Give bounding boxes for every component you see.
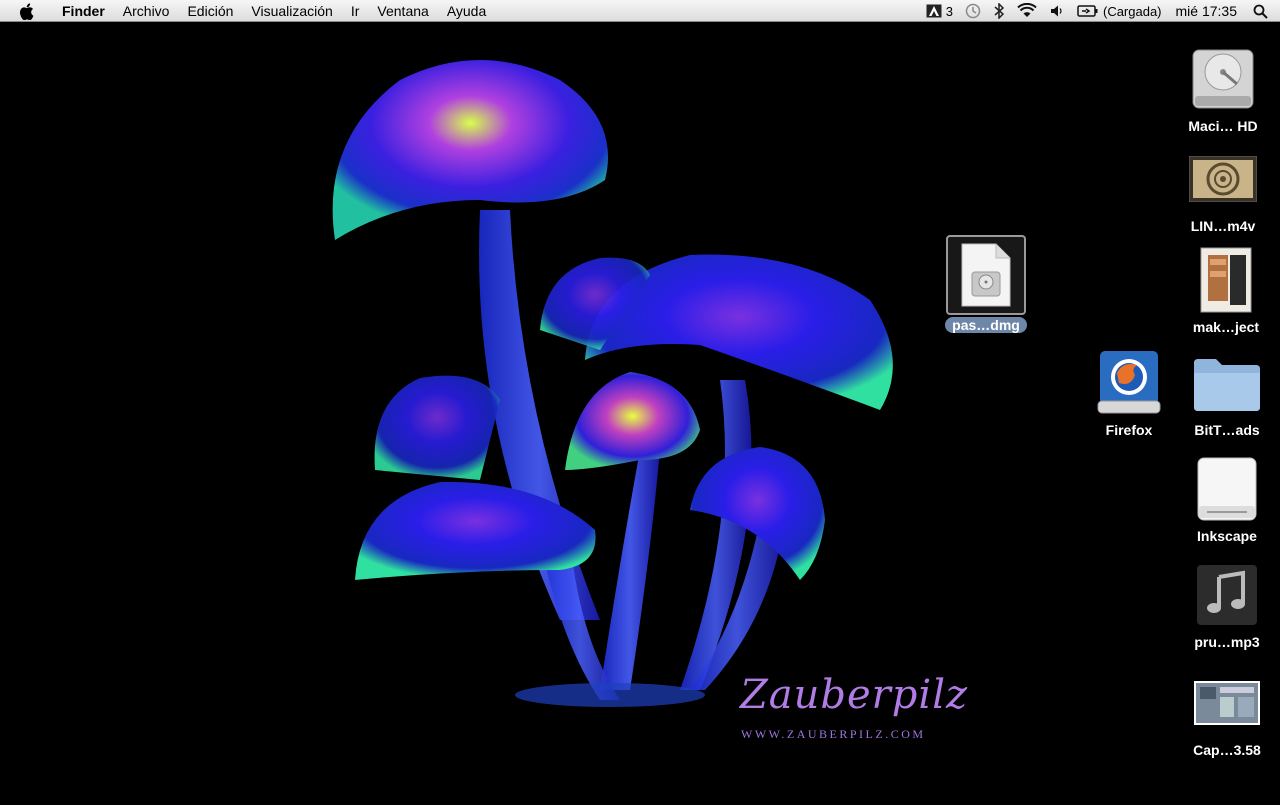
desktop-icon-label: BitT…ads: [1194, 422, 1260, 438]
desktop-icon-macintosh-hd[interactable]: Maci… HD: [1173, 44, 1273, 134]
desktop-icon-label: LIN…m4v: [1190, 218, 1256, 234]
firefox-drive-icon: [1094, 348, 1164, 418]
desktop-icon-dmg[interactable]: pas…dmg: [936, 235, 1036, 335]
desktop-icon-inkscape[interactable]: Inkscape: [1177, 454, 1277, 544]
desktop-icon-label: Firefox: [1105, 422, 1153, 438]
menu-ir[interactable]: Ir: [342, 0, 369, 22]
desktop-icon-mak-ject[interactable]: mak…ject: [1176, 245, 1276, 335]
battery-icon: [1077, 4, 1099, 18]
volume-icon[interactable]: [1049, 0, 1065, 22]
desktop-icon-label: mak…ject: [1192, 319, 1260, 335]
removable-drive-icon: [1192, 454, 1262, 524]
spotlight-search-icon[interactable]: [1253, 0, 1268, 22]
folder-icon: [1192, 348, 1262, 418]
project-document-icon: [1191, 245, 1261, 315]
wifi-icon[interactable]: [1017, 0, 1037, 22]
clock[interactable]: mié 17:35: [1176, 0, 1237, 22]
screenshot-thumbnail-icon: [1192, 668, 1262, 738]
menu-ayuda[interactable]: Ayuda: [438, 0, 495, 22]
music-file-icon: [1192, 560, 1262, 630]
desktop-icon-label: Cap…3.58: [1193, 742, 1261, 758]
bluetooth-icon[interactable]: [993, 0, 1005, 22]
menu-archivo[interactable]: Archivo: [114, 0, 179, 22]
battery-text: (Cargada): [1102, 3, 1162, 19]
adobe-icon: [926, 4, 942, 18]
video-thumbnail-icon: [1188, 144, 1258, 214]
battery-status[interactable]: (Cargada): [1077, 0, 1162, 22]
desktop-icon-label: Maci… HD: [1188, 118, 1258, 134]
menu-visualizacion[interactable]: Visualización: [242, 0, 341, 22]
desktop-icon-label: pru…mp3: [1194, 634, 1260, 650]
desktop-icon-bittorrent-downloads[interactable]: BitT…ads: [1177, 348, 1277, 438]
adobe-count: 3: [945, 3, 953, 19]
desktop-icon-label: Inkscape: [1197, 528, 1257, 544]
apple-menu-icon[interactable]: [19, 2, 35, 20]
desktop-icon-captura[interactable]: Cap…3.58: [1177, 668, 1277, 758]
desktop-icon-lin-m4v[interactable]: LIN…m4v: [1173, 144, 1273, 234]
desktop-icon-firefox[interactable]: Firefox: [1079, 348, 1179, 438]
menu-bar: Finder Archivo Edición Visualización Ir …: [0, 0, 1280, 22]
adobe-updater-status[interactable]: 3: [926, 0, 953, 22]
time-machine-icon[interactable]: [965, 0, 981, 22]
desktop-icon-pru-mp3[interactable]: pru…mp3: [1177, 560, 1277, 650]
menu-ventana[interactable]: Ventana: [368, 0, 437, 22]
menu-finder[interactable]: Finder: [53, 0, 114, 22]
disk-image-file-icon: [946, 235, 1026, 315]
menu-edicion[interactable]: Edición: [178, 0, 242, 22]
wallpaper-title: Zauberpilz: [740, 672, 969, 718]
desktop-icon-label: pas…dmg: [945, 317, 1027, 333]
wallpaper-url: WWW.ZAUBERPILZ.COM: [741, 727, 926, 741]
hard-drive-icon: [1188, 44, 1258, 114]
